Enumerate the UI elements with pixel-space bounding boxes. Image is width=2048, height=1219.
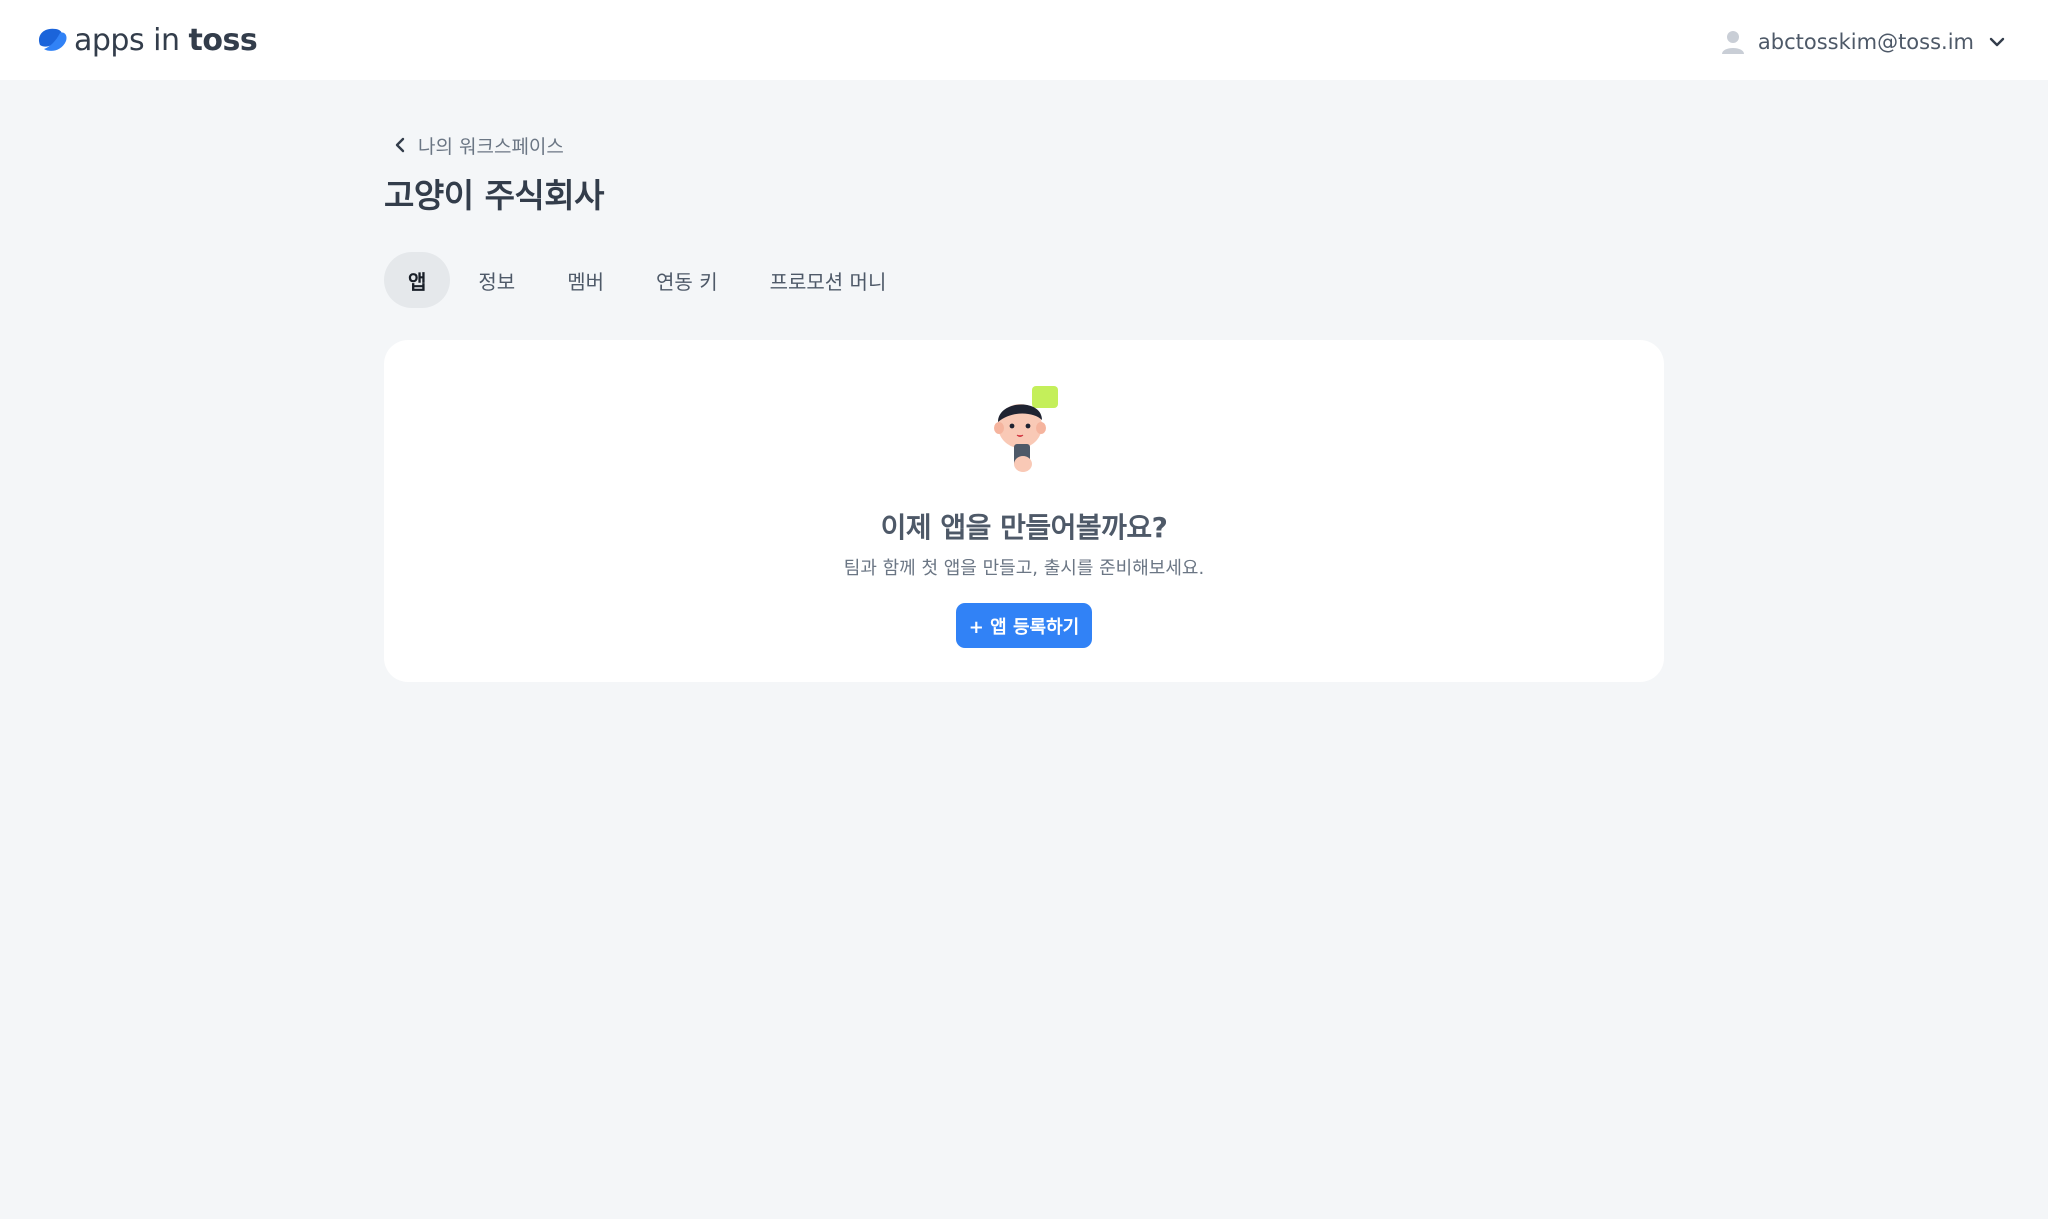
- user-icon: [1721, 31, 1744, 54]
- account-menu[interactable]: abctosskim@toss.im: [1720, 22, 2008, 62]
- main-content: 나의 워크스페이스 고양이 주식회사 앱 정보 멤버 연동 키 프로모션 머니 …: [384, 130, 1664, 682]
- breadcrumb-back-link[interactable]: 나의 워크스페이스: [390, 130, 1664, 160]
- breadcrumb-label: 나의 워크스페이스: [418, 135, 564, 158]
- workspace-tabs: 앱 정보 멤버 연동 키 프로모션 머니: [384, 252, 1664, 308]
- chevron-left-icon: [395, 137, 405, 153]
- top-header: apps in toss abctosskim@toss.im: [0, 0, 2048, 80]
- empty-state-card: 이제 앱을 만들어볼까요? 팀과 함께 첫 앱을 만들고, 출시를 준비해보세요…: [384, 340, 1664, 682]
- tab-members[interactable]: 멤버: [543, 252, 628, 308]
- tab-promotion-money[interactable]: 프로모션 머니: [746, 252, 911, 308]
- tab-apps[interactable]: 앱: [384, 252, 451, 308]
- register-app-button[interactable]: + 앱 등록하기: [956, 603, 1092, 648]
- person-with-phone-illustration: [994, 386, 1058, 472]
- apps-in-toss-logo[interactable]: apps in toss: [34, 22, 258, 60]
- account-email: abctosskim@toss.im: [1757, 30, 1974, 54]
- toss-logo-mark-icon: [38, 28, 67, 51]
- logo-text: apps in toss: [74, 23, 258, 58]
- tab-integration-key[interactable]: 연동 키: [632, 252, 742, 308]
- chevron-down-icon: [1989, 37, 2005, 47]
- empty-state-description: 팀과 함께 첫 앱을 만들고, 출시를 준비해보세요.: [843, 558, 1205, 579]
- page-title: 고양이 주식회사: [384, 176, 605, 215]
- empty-state-title: 이제 앱을 만들어볼까요?: [880, 511, 1168, 544]
- tab-info[interactable]: 정보: [454, 252, 539, 308]
